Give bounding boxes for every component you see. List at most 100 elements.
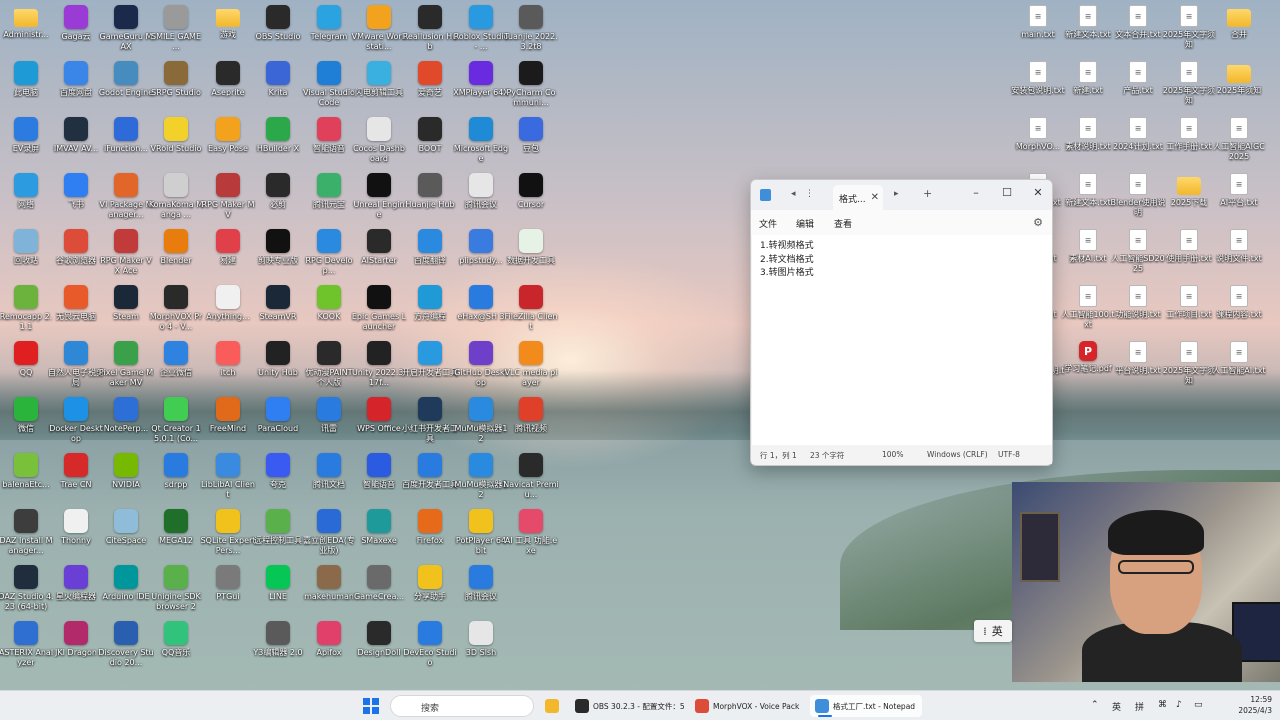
tab-scroll-right-icon[interactable]: ▸ [894,189,899,199]
desktop-file[interactable]: ≡ 2025年文字须知 [1163,61,1215,115]
menu-edit[interactable]: 编辑 [796,217,814,230]
desktop-shortcut[interactable]: MuMu模拟器12 [454,453,508,507]
desktop-shortcut[interactable]: HBuilder X [252,117,304,171]
desktop-shortcut[interactable]: LibLibAI Client [201,453,255,507]
desktop-shortcut[interactable]: plipstudy... [455,229,507,283]
desktop-shortcut[interactable]: 智能语音 [353,453,405,507]
desktop-shortcut[interactable]: JKI Dragon [50,621,102,675]
desktop-shortcut[interactable]: QQ [0,341,52,395]
desktop-shortcut[interactable]: Discovery Studio 20... [98,621,154,675]
desktop-shortcut[interactable]: VMware Workstati... [352,5,406,59]
desktop-shortcut[interactable]: Roblox Studio - ... [454,5,508,59]
desktop-shortcut[interactable]: Apifox [303,621,355,675]
taskbar-clock[interactable]: 12:59 2025/4/3 [1212,694,1272,716]
desktop-shortcut[interactable]: SRPG Studio [150,61,202,115]
desktop-shortcut[interactable]: makehuman [303,565,355,619]
desktop-shortcut[interactable]: 数据开发工具 [505,229,557,283]
desktop-shortcut[interactable]: RPG Develop... [303,229,355,283]
desktop-file[interactable]: ≡ 人工智能AI.txt [1212,341,1266,395]
desktop-shortcut[interactable]: sdrpp [150,453,202,507]
settings-gear-icon[interactable]: ⚙ [1033,216,1043,229]
desktop-shortcut[interactable]: AI 工具 功能.exe [505,509,557,563]
close-icon[interactable]: ✕ [1029,186,1047,199]
desktop-shortcut[interactable]: 此电脑 [0,61,52,115]
taskbar-app-file-explorer[interactable] [540,695,564,717]
desktop-shortcut[interactable]: 腾讯视频 [505,397,557,451]
desktop-shortcut[interactable]: 远程控制工具 [252,509,304,563]
volume-icon[interactable]: ♪ [1176,700,1182,710]
desktop-shortcut[interactable]: 智能语音 [303,117,355,171]
desktop-shortcut[interactable]: 企业微信 [150,341,202,395]
desktop-shortcut[interactable]: NotePerp... [100,397,152,451]
desktop-shortcut[interactable]: Blender [150,229,202,283]
desktop-shortcut[interactable]: 易建 [202,229,254,283]
desktop-file[interactable]: ≡ 功能说明.txt [1112,285,1164,339]
status-zoom[interactable]: 100% [882,450,903,459]
desktop-shortcut[interactable]: Microsoft Edge [454,117,508,171]
tray-chevron-icon[interactable]: ⌃ [1091,700,1099,710]
desktop-shortcut[interactable]: Qt Creator 15.0.1 (Co... [150,397,202,451]
desktop-shortcut[interactable]: Reallusion Hub [403,5,457,59]
desktop-shortcut[interactable]: DAZ Studio 4.23 (64-bit) [0,565,54,619]
desktop-shortcut[interactable]: DesignDoll [353,621,405,675]
desktop-shortcut[interactable]: Aseprite [202,61,254,115]
desktop-shortcut[interactable]: Administr... [0,5,52,59]
desktop-shortcut[interactable]: ParaCloud [252,397,304,451]
desktop-shortcut[interactable]: Navicat Premiu... [503,453,559,507]
desktop-file[interactable]: ≡ 平台说明.txt [1112,341,1164,395]
desktop-shortcut[interactable]: 腾讯会议 [455,565,507,619]
notepad-window[interactable]: ◂ ⋮ 格式... ✕ ▸ + – ☐ ✕ 文件 编辑 查看 ⚙ 1.转视频格式… [750,179,1053,466]
menu-file[interactable]: 文件 [759,217,777,230]
desktop-file[interactable]: ≡ 说明文件.txt [1213,229,1265,283]
desktop-shortcut[interactable]: FileZilla Client [504,285,558,339]
desktop-file[interactable]: ≡ 工作手册.txt [1163,117,1215,171]
desktop-shortcut[interactable]: IMVAV AV... [50,117,102,171]
tab-document[interactable]: 格式... ✕ [833,185,883,210]
desktop-file[interactable]: ≡ 使用手册.txt [1163,229,1215,283]
tab-close-icon[interactable]: ✕ [871,192,879,203]
desktop-shortcut[interactable]: MorphVOX Pro 4 - V... [150,285,202,339]
desktop-shortcut[interactable]: GitHub Desktop [454,341,508,395]
desktop-shortcut[interactable]: Godot Engine [99,61,153,115]
desktop-shortcut[interactable]: Unreal Engine [353,173,405,227]
desktop-shortcut[interactable]: PTGui [202,565,254,619]
desktop-shortcut[interactable]: Docker Desktop [49,397,103,451]
desktop-shortcut[interactable]: WPS Office [353,397,405,451]
desktop-shortcut[interactable]: 闪电剪辑工具 [353,61,405,115]
desktop-file[interactable]: ≡ 新建文本.txt [1062,5,1114,59]
desktop-shortcut[interactable]: FreeMind [202,397,254,451]
desktop-shortcut[interactable]: 飞书 [50,173,102,227]
desktop-shortcut[interactable]: Anything... [202,285,254,339]
desktop-file[interactable]: ≡ 人工智能AIGC2025 [1213,117,1265,171]
desktop-file[interactable]: 2025年须知 [1213,61,1265,115]
desktop-shortcut[interactable]: 百度翻译 [404,229,456,283]
desktop-file[interactable]: P 学习笔记.pdf [1062,341,1114,395]
desktop-shortcut[interactable]: SMILE GAME ... [150,5,202,59]
desktop-shortcut[interactable]: 必剪 [252,173,304,227]
desktop-shortcut[interactable]: Thonny [50,509,102,563]
desktop-shortcut[interactable]: Trae CN [50,453,102,507]
desktop-shortcut[interactable]: 游戏 [202,5,254,59]
desktop-shortcut[interactable]: Easy Pose [202,117,254,171]
desktop-shortcut[interactable]: EV录屏 [0,117,52,171]
desktop-shortcut[interactable]: 无畏云电脑 [50,285,102,339]
desktop-shortcut[interactable]: PyCharm Communi... [505,61,557,115]
desktop-shortcut[interactable]: Arduino IDE [100,565,152,619]
tray-lang[interactable]: 英 [1112,700,1121,713]
desktop-shortcut[interactable]: 星火编程器 [50,565,102,619]
desktop-shortcut[interactable]: SQLite Expert Pers... [201,509,255,563]
desktop-file[interactable]: ≡ 课程内容.txt [1213,285,1265,339]
taskbar-app-notepad[interactable]: 格式工厂.txt - Notepad [810,695,922,717]
desktop-file[interactable]: ≡ 人工智能100.txt [1062,285,1114,339]
desktop-file[interactable]: ≡ AI平台.txt [1213,173,1265,227]
desktop-shortcut[interactable]: DAZ Install Manager... [0,509,53,563]
desktop-file[interactable]: ≡ 2025年文字须知 [1163,341,1215,395]
menu-view[interactable]: 查看 [834,217,852,230]
desktop-file[interactable]: ≡ 工作项目.txt [1163,285,1215,339]
desktop-file[interactable]: ≡ main.txt [1012,5,1064,59]
desktop-shortcut[interactable]: Gaga云 [50,5,102,59]
desktop-shortcut[interactable]: Y3编辑器 2.0 [252,621,304,675]
battery-icon[interactable]: ▭ [1194,700,1203,710]
tab-list-icon[interactable]: ⋮ [805,189,814,199]
desktop-shortcut[interactable]: MuMu模拟器12 [454,397,508,451]
